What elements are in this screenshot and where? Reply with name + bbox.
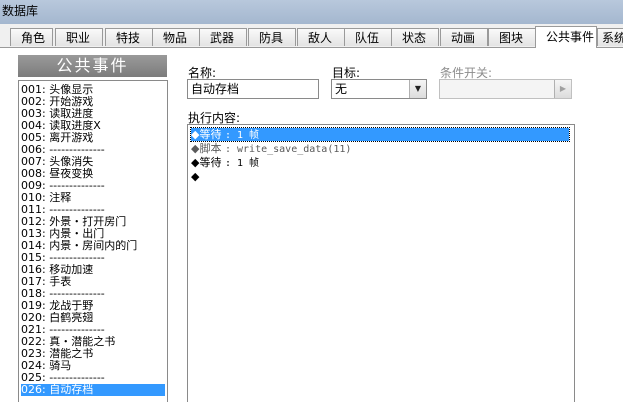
list-item[interactable]: 025: -------------- (21, 372, 165, 384)
command-name: ◆脚本 (191, 142, 225, 155)
list-item[interactable]: 010: 注释 (21, 192, 165, 204)
list-item[interactable]: 014: 内景・房间内的门 (21, 240, 165, 252)
list-item[interactable]: 009: -------------- (21, 180, 165, 192)
tab-states[interactable]: 状态 (391, 28, 439, 46)
event-list[interactable]: 001: 头像显示 002: 开始游戏 003: 读取进度 004: 读取进度X… (18, 80, 168, 402)
command-row-script[interactable]: ◆脚本 : write_save_data(11) (191, 142, 569, 155)
tab-common-events[interactable]: 公共事件 (535, 26, 597, 48)
command-row-wait[interactable]: ◆等待 : 1 帧 (191, 156, 569, 169)
list-item[interactable]: 002: 开始游戏 (21, 96, 165, 108)
tab-system[interactable]: 系统 (597, 28, 623, 46)
tab-items[interactable]: 物品 (152, 28, 200, 46)
list-item[interactable]: 015: -------------- (21, 252, 165, 264)
tab-troops[interactable]: 队伍 (344, 28, 392, 46)
list-item[interactable]: 018: -------------- (21, 288, 165, 300)
list-item[interactable]: 023: 潜能之书 (21, 348, 165, 360)
list-item[interactable]: 007: 头像消失 (21, 156, 165, 168)
tab-armors[interactable]: 防具 (248, 28, 296, 46)
command-args: : 1 帧 (224, 158, 260, 169)
tab-animations[interactable]: 动画 (440, 28, 488, 46)
tab-bar: 角色 职业 特技 物品 武器 防具 敌人 队伍 状态 动画 图块 公共事件 系统 (0, 26, 623, 48)
list-item[interactable]: 006: -------------- (21, 144, 165, 156)
target-select[interactable]: 无 ▼ (331, 79, 427, 99)
command-args: : 1 帧 (224, 130, 260, 141)
list-item-selected[interactable]: 026: 自动存档 (21, 384, 165, 396)
tab-actors[interactable]: 角色 (10, 28, 53, 46)
list-item[interactable]: 022: 真・潜能之书 (21, 336, 165, 348)
command-args: : write_save_data(11) (224, 144, 352, 155)
tab-enemies[interactable]: 敌人 (297, 28, 345, 46)
name-input[interactable]: 自动存档 (187, 79, 319, 99)
window-title: 数据库 (2, 4, 39, 18)
command-row-wait[interactable]: ◆等待 : 1 帧 (190, 127, 570, 142)
chevron-down-icon[interactable]: ▼ (409, 80, 426, 98)
condition-switch-select: ▶ (439, 79, 572, 99)
command-name: ◆ (191, 170, 200, 183)
list-item[interactable]: 013: 内景・出门 (21, 228, 165, 240)
command-row-empty[interactable]: ◆ (191, 170, 569, 183)
list-item[interactable]: 017: 手表 (21, 276, 165, 288)
list-item[interactable]: 005: 离开游戏 (21, 132, 165, 144)
tab-weapons[interactable]: 武器 (199, 28, 247, 46)
tab-classes[interactable]: 职业 (55, 28, 103, 46)
list-item[interactable]: 008: 昼夜变换 (21, 168, 165, 180)
list-item[interactable]: 011: -------------- (21, 204, 165, 216)
list-item[interactable]: 020: 白鹤亮翅 (21, 312, 165, 324)
command-name: ◆等待 (191, 128, 225, 141)
command-name: ◆等待 (191, 156, 225, 169)
list-item[interactable]: 021: -------------- (21, 324, 165, 336)
command-list[interactable]: ◆等待 : 1 帧 ◆脚本 : write_save_data(11) ◆等待 … (187, 124, 575, 402)
chevron-right-icon: ▶ (554, 80, 571, 98)
list-item[interactable]: 001: 头像显示 (21, 84, 165, 96)
target-select-value: 无 (335, 82, 348, 96)
list-item[interactable]: 003: 读取进度 (21, 108, 165, 120)
tab-skills[interactable]: 特技 (105, 28, 153, 46)
list-item[interactable]: 024: 骑马 (21, 360, 165, 372)
list-item[interactable]: 019: 龙战于野 (21, 300, 165, 312)
title-bar: 数据库 (0, 0, 623, 24)
tab-tilesets[interactable]: 图块 (488, 28, 536, 46)
list-item[interactable]: 012: 外景・打开房门 (21, 216, 165, 228)
list-item[interactable]: 004: 读取进度X (21, 120, 165, 132)
event-list-title: 公共事件 (18, 55, 167, 77)
list-item[interactable]: 016: 移动加速 (21, 264, 165, 276)
